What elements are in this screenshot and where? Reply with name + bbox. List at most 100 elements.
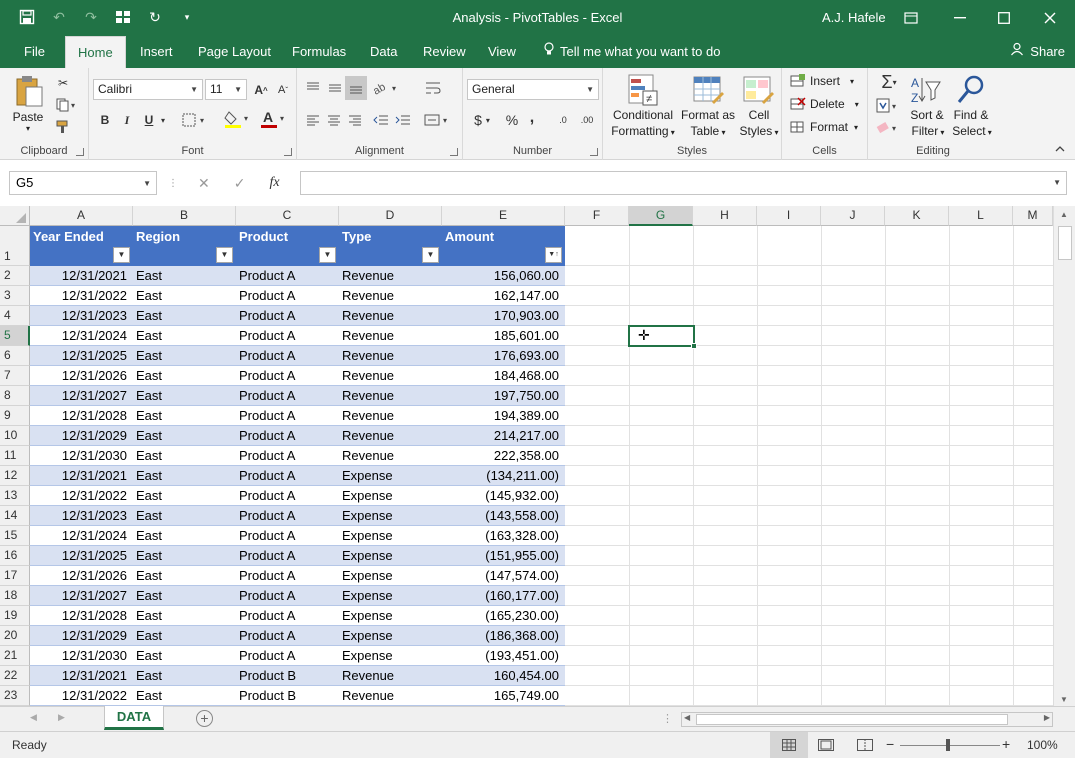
table-cell-amount[interactable]: 214,217.00 [442,426,565,446]
paste-dropdown-icon[interactable]: ▾ [8,124,48,133]
table-cell-region[interactable]: East [133,666,236,686]
wrap-text-icon[interactable] [423,78,443,98]
table-cell-product[interactable]: Product A [236,266,339,286]
name-box[interactable]: G5 ▼ [9,171,157,195]
row-header-2[interactable]: 2 [0,266,30,286]
ribbon-display-icon[interactable] [896,4,926,32]
table-cell-region[interactable]: East [133,546,236,566]
table-cell-type[interactable]: Expense [339,586,442,606]
column-header-j[interactable]: J [821,206,885,226]
row-header-20[interactable]: 20 [0,626,30,646]
table-cell-type[interactable]: Revenue [339,446,442,466]
table-cell-product[interactable]: Product A [236,466,339,486]
cell-styles-icon[interactable] [741,72,775,108]
table-cell-type[interactable]: Revenue [339,426,442,446]
decrease-indent-icon[interactable] [371,110,391,130]
tab-view[interactable]: View [476,36,528,68]
table-cell-type[interactable]: Expense [339,606,442,626]
row-header-10[interactable]: 10 [0,426,30,446]
tab-page-layout[interactable]: Page Layout [186,36,283,68]
table-cell-type[interactable]: Expense [339,626,442,646]
table-cell-region[interactable]: East [133,426,236,446]
table-cell-type[interactable]: Expense [339,486,442,506]
table-cell-region[interactable]: East [133,646,236,666]
select-all-button[interactable] [0,206,30,226]
table-cell-region[interactable]: East [133,626,236,646]
cell-styles-label-1[interactable]: Cell [739,108,779,122]
tab-review[interactable]: Review [411,36,478,68]
worksheet-grid[interactable]: ABCDEFGHIJKLM 1 2 3 4 5 6 7 8 9 10 11 12 13 14 15 16 17 1… [0,206,1075,706]
table-cell-amount[interactable]: 194,389.00 [442,406,565,426]
table-cell-year-ended[interactable]: 12/31/2021 [30,466,133,486]
table-cell-product[interactable]: Product A [236,406,339,426]
table-cell-product[interactable]: Product B [236,666,339,686]
add-sheet-icon[interactable]: + [196,710,213,727]
table-cell-year-ended[interactable]: 12/31/2027 [30,386,133,406]
table-cell-region[interactable]: East [133,266,236,286]
font-name-select[interactable]: Calibri ▼ [93,79,203,100]
format-as-table-icon[interactable] [691,72,725,108]
table-cell-year-ended[interactable]: 12/31/2021 [30,266,133,286]
row-header-22[interactable]: 22 [0,666,30,686]
table-cell-product[interactable]: Product A [236,386,339,406]
tab-insert[interactable]: Insert [128,36,185,68]
table-cell-year-ended[interactable]: 12/31/2026 [30,566,133,586]
decrease-decimal-button[interactable]: .00 [575,110,599,130]
table-cell-year-ended[interactable]: 12/31/2029 [30,426,133,446]
autosum-icon[interactable]: Σ ▾ [874,72,904,92]
fill-icon[interactable]: ▾ [874,96,904,116]
table-cell-amount[interactable]: 197,750.00 [442,386,565,406]
find-select-icon[interactable] [954,72,988,108]
table-cell-product[interactable]: Product A [236,486,339,506]
table-cell-type[interactable]: Expense [339,526,442,546]
table-cell-year-ended[interactable]: 12/31/2023 [30,506,133,526]
table-cell-amount[interactable]: 170,903.00 [442,306,565,326]
currency-button[interactable]: $ ▾ [469,110,495,130]
table-cell-year-ended[interactable]: 12/31/2030 [30,646,133,666]
italic-button[interactable]: I [119,110,135,130]
underline-button[interactable]: U [141,110,157,130]
column-header-d[interactable]: D [339,206,442,226]
table-cell-region[interactable]: East [133,506,236,526]
table-cell-region[interactable]: East [133,406,236,426]
paste-icon[interactable] [10,74,48,108]
table-cell-product[interactable]: Product A [236,366,339,386]
row-header-5[interactable]: 5 [0,326,30,346]
merge-center-icon[interactable]: ▾ [423,110,453,130]
table-cell-year-ended[interactable]: 12/31/2025 [30,346,133,366]
table-cell-amount[interactable]: (134,211.00) [442,466,565,486]
table-cell-amount[interactable]: (193,451.00) [442,646,565,666]
increase-decimal-button[interactable]: .0 [553,110,573,130]
filter-dropdown-icon[interactable]: ▼ [113,247,130,263]
sort-filter-button[interactable]: Filter ▾ [904,124,952,138]
table-cell-amount[interactable]: (160,177.00) [442,586,565,606]
table-cell-year-ended[interactable]: 12/31/2024 [30,326,133,346]
table-cell-region[interactable]: East [133,586,236,606]
row-header-3[interactable]: 3 [0,286,30,306]
row-header-14[interactable]: 14 [0,506,30,526]
row-header-16[interactable]: 16 [0,546,30,566]
row-header-12[interactable]: 12 [0,466,30,486]
zoom-slider-thumb[interactable] [946,739,950,751]
row-header-9[interactable]: 9 [0,406,30,426]
table-cell-product[interactable]: Product A [236,286,339,306]
more-options-icon[interactable]: ⋮ [168,178,178,189]
table-cell-year-ended[interactable]: 12/31/2021 [30,666,133,686]
table-cell-amount[interactable]: 162,147.00 [442,286,565,306]
cut-icon[interactable]: ✂ [54,74,72,92]
tab-file[interactable]: File [12,36,57,68]
user-name[interactable]: A.J. Hafele [822,10,886,25]
row-header-6[interactable]: 6 [0,346,30,366]
vertical-scrollbar[interactable]: ▲ ▼ [1053,206,1075,706]
column-header-k[interactable]: K [885,206,949,226]
zoom-in-icon[interactable]: + [1002,736,1010,752]
filter-dropdown-icon[interactable]: ▼ [422,247,439,263]
table-cell-product[interactable]: Product A [236,526,339,546]
table-cell-product[interactable]: Product A [236,306,339,326]
row-header-18[interactable]: 18 [0,586,30,606]
row-header-23[interactable]: 23 [0,686,30,706]
table-cell-region[interactable]: East [133,346,236,366]
table-cell-amount[interactable]: 184,468.00 [442,366,565,386]
table-cell-year-ended[interactable]: 12/31/2026 [30,366,133,386]
table-cell-region[interactable]: East [133,366,236,386]
